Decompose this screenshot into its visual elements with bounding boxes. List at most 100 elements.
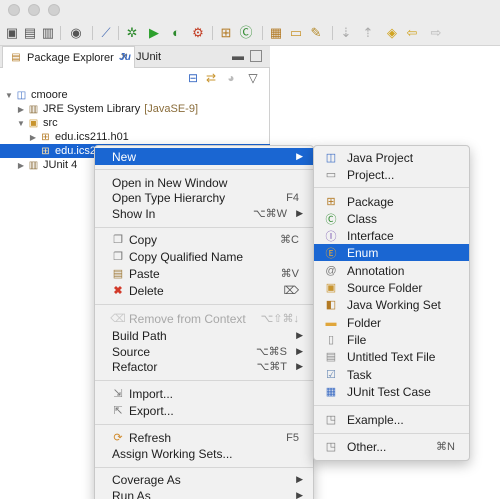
menu-item-file[interactable]: ▯ File bbox=[314, 331, 469, 348]
shortcut-label: ⌥⌘W bbox=[252, 208, 287, 220]
menu-item-other[interactable]: ◳ Other... ⌘N bbox=[314, 438, 469, 455]
close-window-button[interactable] bbox=[8, 4, 20, 16]
menu-item-label: Annotation bbox=[347, 263, 405, 278]
annotation-icon: @ bbox=[325, 264, 337, 277]
menu-item-folder[interactable]: ▬ Folder bbox=[314, 314, 469, 331]
paste-icon: ▤ bbox=[112, 268, 124, 280]
open-type-icon[interactable]: ▦ bbox=[268, 25, 284, 41]
menu-separator bbox=[95, 227, 313, 228]
menu-separator bbox=[95, 424, 313, 425]
import-icon: ⇲ bbox=[113, 388, 123, 400]
menu-item-import[interactable]: ⇲ Import... bbox=[95, 385, 313, 402]
menu-item-label: Project... bbox=[347, 167, 395, 182]
tree-item-label: JUnit 4 bbox=[43, 159, 78, 171]
skip-breakpoints-icon[interactable]: ⟋ bbox=[98, 25, 114, 41]
menu-item-coverage-as[interactable]: Coverage As ▶ bbox=[95, 471, 313, 488]
menu-item-paste[interactable]: ▤ Paste ⌘V bbox=[95, 265, 313, 282]
menu-item-label: Show In bbox=[112, 206, 156, 221]
tree-item-cmoore[interactable]: ▼ ◫ cmoore bbox=[0, 88, 270, 102]
menu-item-label: New bbox=[112, 149, 137, 164]
context-menu: New ▶ Open in New Window Open Type Hiera… bbox=[94, 145, 314, 499]
view-menu-icon[interactable]: ▽ bbox=[246, 71, 260, 85]
package-icon: ⊞ bbox=[41, 131, 50, 143]
menu-item-copy[interactable]: ❐ Copy ⌘C bbox=[95, 231, 313, 248]
link-with-editor-icon[interactable]: ⇄ bbox=[204, 71, 218, 85]
menu-item-label: Copy Qualified Name bbox=[129, 249, 244, 264]
new-package-icon[interactable]: ⊞ bbox=[218, 25, 234, 41]
menu-item-label: Delete bbox=[129, 283, 164, 298]
tree-item-package-h01[interactable]: ▶ ⊞ edu.ics211.h01 bbox=[0, 130, 270, 144]
menu-item-export[interactable]: ⇱ Export... bbox=[95, 402, 313, 419]
junit-test-case-icon: ▦ bbox=[325, 386, 337, 398]
menu-item-java-working-set[interactable]: ◧ Java Working Set bbox=[314, 296, 469, 313]
menu-item-java-project[interactable]: ◫ Java Project bbox=[314, 149, 469, 166]
profile-icon[interactable]: ◉ bbox=[68, 25, 84, 41]
previous-annotation-icon[interactable]: ⇡ bbox=[360, 25, 376, 41]
last-edit-location-icon[interactable]: ◈ bbox=[384, 25, 400, 41]
menu-item-source-folder[interactable]: ▣ Source Folder bbox=[314, 279, 469, 296]
menu-item-copy-qualified-name[interactable]: ❐ Copy Qualified Name bbox=[95, 248, 313, 265]
run-icon[interactable]: ▶ bbox=[146, 25, 162, 41]
tab-junit[interactable]: Ju JUnit bbox=[112, 46, 167, 68]
menu-item-class[interactable]: Ⓒ Class bbox=[314, 210, 469, 227]
collapsed-twisty-icon[interactable]: ▶ bbox=[16, 105, 26, 114]
menu-item-enum[interactable]: Ⓔ Enum bbox=[314, 244, 469, 261]
menu-separator bbox=[95, 380, 313, 381]
menu-item-task[interactable]: ☑ Task bbox=[314, 366, 469, 383]
example-icon: ◳ bbox=[325, 414, 337, 426]
menu-item-refresh[interactable]: ⟳ Refresh F5 bbox=[95, 429, 313, 446]
menu-item-label: JUnit Test Case bbox=[347, 384, 431, 399]
menu-item-interface[interactable]: Ⓘ Interface bbox=[314, 227, 469, 244]
tree-item-label: cmoore bbox=[31, 89, 68, 101]
menu-item-run-as[interactable]: Run As ▶ bbox=[95, 487, 313, 499]
menu-item-new[interactable]: New ▶ bbox=[95, 148, 313, 165]
coverage-icon[interactable]: ◐ bbox=[168, 25, 184, 41]
tab-label: Package Explorer bbox=[27, 51, 114, 64]
collapsed-twisty-icon[interactable]: ▶ bbox=[16, 161, 26, 170]
copy-qualified-name-icon: ❐ bbox=[113, 251, 123, 263]
menu-item-label: Open in New Window bbox=[112, 175, 228, 190]
debug-icon[interactable]: ✲ bbox=[124, 25, 140, 41]
menu-item-package[interactable]: ⊞ Package bbox=[314, 193, 469, 210]
minimize-view-icon[interactable]: ▬ bbox=[232, 49, 244, 63]
refresh-icon: ⟳ bbox=[113, 432, 123, 444]
menu-item-refactor[interactable]: Refactor ⌥⌘T ▶ bbox=[95, 358, 313, 375]
external-tools-icon[interactable]: ⚙ bbox=[190, 25, 206, 41]
forward-icon[interactable]: ⇨ bbox=[428, 25, 444, 41]
open-folder-icon[interactable]: ▭ bbox=[288, 25, 304, 41]
shortcut-label: ⌦ bbox=[283, 285, 299, 297]
collapse-all-icon[interactable]: ⊟ bbox=[186, 71, 200, 85]
menu-item-untitled-text-file[interactable]: ▤ Untitled Text File bbox=[314, 348, 469, 365]
source-folder-icon: ▣ bbox=[325, 282, 337, 294]
zoom-window-button[interactable] bbox=[48, 4, 60, 16]
menu-item-open-type-hierarchy[interactable]: Open Type Hierarchy F4 bbox=[95, 189, 313, 206]
tree-item-src[interactable]: ▼ ▣ src bbox=[0, 116, 270, 130]
menu-item-delete[interactable]: ✖ Delete ⌦ bbox=[95, 282, 313, 299]
menu-item-junit-test-case[interactable]: ▦ JUnit Test Case bbox=[314, 383, 469, 400]
focus-icon[interactable]: ◕ bbox=[224, 71, 238, 85]
menu-item-example[interactable]: ◳ Example... bbox=[314, 411, 469, 428]
save-all-icon[interactable]: ▥ bbox=[40, 25, 56, 41]
view-toolbar: ⊟ ⇄ ◕ ▽ bbox=[0, 68, 270, 88]
collapsed-twisty-icon[interactable]: ▶ bbox=[28, 133, 38, 142]
maximize-view-icon[interactable] bbox=[250, 50, 262, 62]
shortcut-label: ⌥⇧⌘↓ bbox=[260, 313, 299, 325]
minimize-window-button[interactable] bbox=[28, 4, 40, 16]
save-icon[interactable]: ▤ bbox=[22, 25, 38, 41]
search-icon[interactable]: ✎ bbox=[308, 25, 324, 41]
java-project-icon: ◫ bbox=[325, 152, 337, 164]
menu-item-assign-working-sets[interactable]: Assign Working Sets... bbox=[95, 445, 313, 462]
next-annotation-icon[interactable]: ⇣ bbox=[338, 25, 354, 41]
tree-item-jre-system-library[interactable]: ▶ ▥ JRE System Library [JavaSE-9] bbox=[0, 102, 270, 116]
back-icon[interactable]: ⇦ bbox=[404, 25, 420, 41]
tab-label: JUnit bbox=[136, 51, 162, 63]
menu-item-build-path[interactable]: Build Path ▶ bbox=[95, 327, 313, 344]
menu-item-project[interactable]: ▭ Project... bbox=[314, 166, 469, 183]
new-wizard-icon[interactable]: ▣ bbox=[4, 25, 20, 41]
menu-item-show-in[interactable]: Show In ⌥⌘W ▶ bbox=[95, 205, 313, 222]
new-class-icon[interactable]: Ⓒ bbox=[238, 25, 254, 41]
expand-twisty-icon[interactable]: ▼ bbox=[4, 91, 14, 100]
menu-item-annotation[interactable]: @ Annotation bbox=[314, 262, 469, 279]
expand-twisty-icon[interactable]: ▼ bbox=[16, 119, 26, 128]
menu-item-remove-from-context[interactable]: ⌫ Remove from Context ⌥⇧⌘↓ bbox=[95, 310, 313, 327]
